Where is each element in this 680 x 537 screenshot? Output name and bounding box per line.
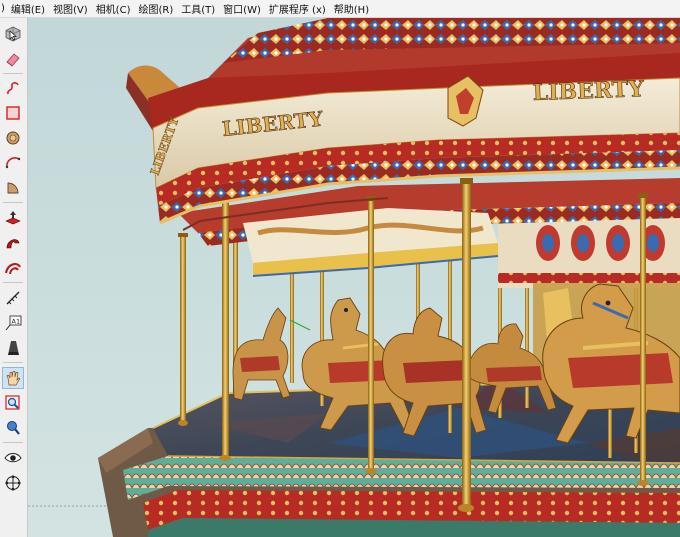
menu-edit[interactable]: 编辑(E) <box>7 1 49 16</box>
freehand-tool[interactable] <box>2 77 24 99</box>
select-tool[interactable] <box>2 23 24 45</box>
follow-me-tool[interactable] <box>2 232 24 254</box>
svg-text:A1: A1 <box>12 317 21 325</box>
pie-icon <box>7 182 19 194</box>
zoom-window-tool[interactable] <box>2 392 24 414</box>
eraser-icon <box>6 53 20 67</box>
menu-help[interactable]: 帮助(H) <box>330 1 373 16</box>
pan-tool[interactable] <box>2 367 24 389</box>
tape-measure-tool[interactable] <box>2 287 24 309</box>
zoom-extents-icon <box>7 421 20 435</box>
carousel-model: LIBERTY LIBERTY LIBERTY <box>28 18 680 537</box>
follow-me-icon <box>6 239 20 249</box>
text-icon: A1 <box>5 315 22 331</box>
menu-draw[interactable]: 绘图(R) <box>134 1 177 16</box>
eye-icon <box>4 453 22 463</box>
zoom-window-icon <box>5 395 20 410</box>
text-tool[interactable]: A1 <box>2 312 24 334</box>
arrow-cube-icon <box>5 26 21 42</box>
pencil-icon <box>7 82 19 95</box>
circle-icon <box>6 131 20 145</box>
toolbar-separator <box>3 362 23 363</box>
large-tool-set-toolbar: A1 <box>0 18 28 537</box>
paint-bucket-tool[interactable] <box>2 337 24 359</box>
toolbar-separator <box>3 282 23 283</box>
arc-tool[interactable] <box>2 152 24 174</box>
circle-tool[interactable] <box>2 127 24 149</box>
push-pull-icon <box>5 211 21 225</box>
walk-icon <box>5 475 21 491</box>
eraser-tool[interactable] <box>2 48 24 70</box>
push-pull-tool[interactable] <box>2 207 24 229</box>
menu-view[interactable]: 视图(V) <box>49 1 92 16</box>
toolbar-separator <box>3 202 23 203</box>
walk-tool[interactable] <box>2 472 24 494</box>
toolbar-separator <box>3 73 23 74</box>
zoom-extents-tool[interactable] <box>2 417 24 439</box>
menu-camera[interactable]: 相机(C) <box>92 1 135 16</box>
rectangle-tool[interactable] <box>2 102 24 124</box>
hand-icon <box>6 370 21 386</box>
menu-file-fragment[interactable]: ) <box>0 3 7 14</box>
look-around-tool[interactable] <box>2 447 24 469</box>
tape-measure-icon <box>6 291 20 305</box>
paint-bucket-icon <box>8 341 19 355</box>
menu-window[interactable]: 窗口(W) <box>219 1 265 16</box>
toolbar-separator <box>3 442 23 443</box>
offset-icon <box>5 263 21 275</box>
pie-tool[interactable] <box>2 177 24 199</box>
rectangle-icon <box>6 106 20 120</box>
offset-tool[interactable] <box>2 257 24 279</box>
menu-bar: ) 编辑(E) 视图(V) 相机(C) 绘图(R) 工具(T) 窗口(W) 扩展… <box>0 0 680 18</box>
model-viewport[interactable]: LIBERTY LIBERTY LIBERTY <box>28 18 680 537</box>
canopy-sign-2: LIBERTY <box>532 76 644 106</box>
menu-extensions[interactable]: 扩展程序 (x) <box>265 1 330 16</box>
menu-tools[interactable]: 工具(T) <box>177 1 219 16</box>
arc-icon <box>5 157 21 169</box>
